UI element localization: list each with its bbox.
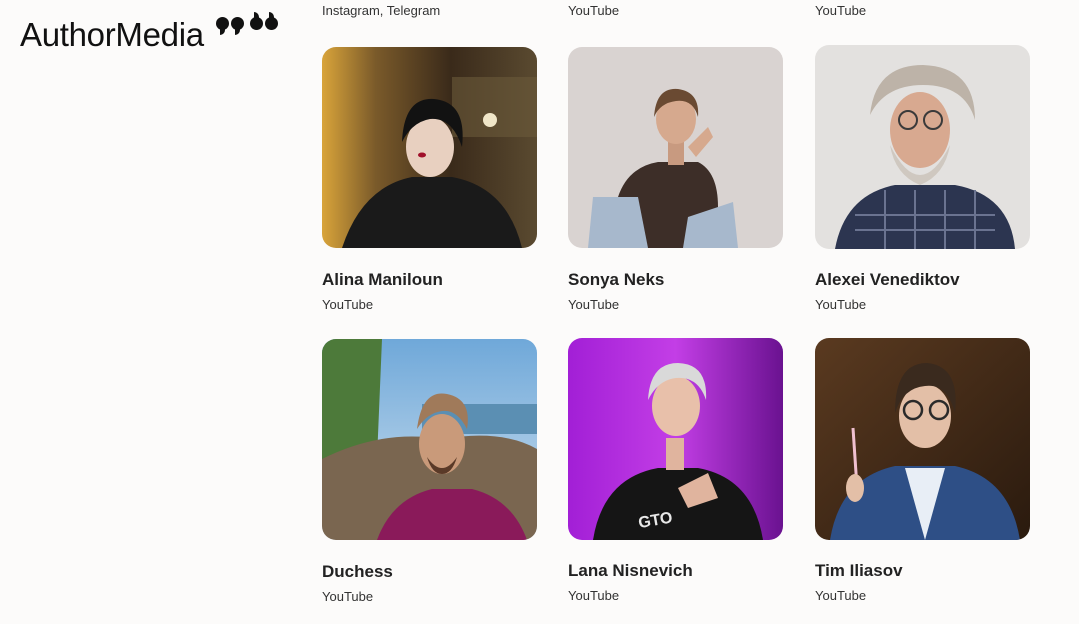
author-platform: YouTube <box>815 297 867 312</box>
author-card[interactable]: Tim Iliasov YouTube <box>815 338 1030 604</box>
author-photo[interactable] <box>568 47 783 248</box>
author-platform: YouTube <box>815 588 867 603</box>
author-photo[interactable] <box>815 338 1030 540</box>
site-logo[interactable]: AuthorMedia <box>20 12 278 56</box>
author-platform: YouTube <box>322 297 374 312</box>
author-platform: YouTube <box>568 297 620 312</box>
author-card[interactable]: Alina Maniloun YouTube <box>322 47 537 313</box>
author-photo[interactable] <box>322 47 537 248</box>
author-card[interactable]: Sonya Neks YouTube <box>568 47 783 313</box>
quote-marks-icon <box>215 12 278 35</box>
author-card[interactable]: GTO Lana Nisnevich YouTube <box>568 338 783 604</box>
author-name[interactable]: Lana Nisnevich <box>568 561 783 581</box>
author-card[interactable]: Duchess YouTube <box>322 339 537 605</box>
author-name[interactable]: Duchess <box>322 562 537 582</box>
previous-card-platform: Instagram, Telegram <box>322 3 441 18</box>
author-name[interactable]: Sonya Neks <box>568 270 783 290</box>
author-platform: YouTube <box>568 588 620 603</box>
author-name[interactable]: Alexei Venediktov <box>815 270 1030 290</box>
previous-card-platform: YouTube <box>568 3 620 18</box>
author-photo[interactable] <box>815 45 1030 249</box>
logo-text: AuthorMedia <box>20 16 204 53</box>
author-card[interactable]: Alexei Venediktov YouTube <box>815 45 1030 313</box>
author-photo[interactable]: GTO <box>568 338 783 540</box>
author-name[interactable]: Alina Maniloun <box>322 270 537 290</box>
previous-card-platform: YouTube <box>815 3 867 18</box>
author-platform: YouTube <box>322 589 374 604</box>
author-name[interactable]: Tim Iliasov <box>815 561 1030 581</box>
author-photo[interactable] <box>322 339 537 540</box>
